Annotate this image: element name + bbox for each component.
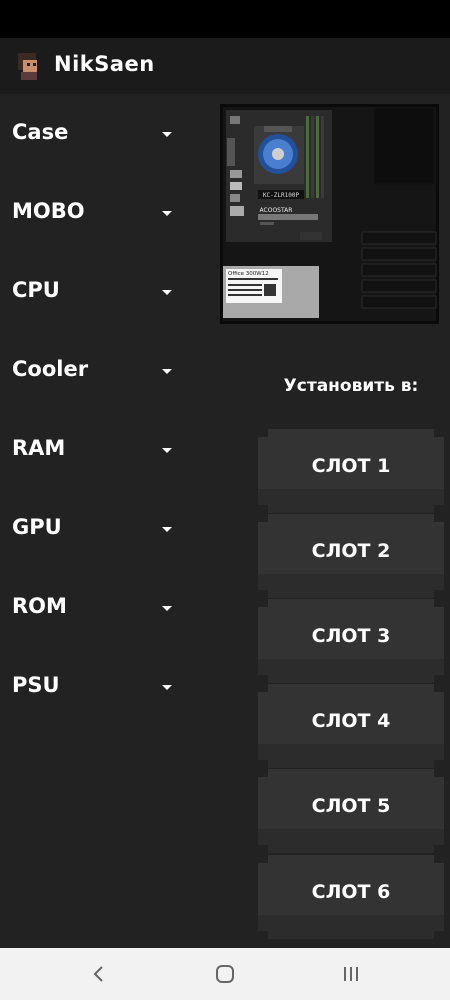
status-bar: [0, 0, 450, 38]
caret-down-icon: [162, 369, 172, 374]
slot-1-button[interactable]: СЛОТ 1: [258, 429, 444, 513]
menu-item-mobo[interactable]: MOBO: [0, 183, 200, 243]
slot-label: СЛОТ 6: [311, 881, 391, 903]
menu-item-label: Case: [12, 120, 69, 144]
slot-label: СЛОТ 4: [311, 710, 391, 732]
slot-2-button[interactable]: СЛОТ 2: [258, 514, 444, 598]
home-icon[interactable]: [210, 960, 240, 988]
username: NikSaen: [54, 52, 155, 76]
menu-item-label: Cooler: [12, 357, 89, 381]
cpu-cooler: [254, 126, 304, 184]
menu-item-cooler[interactable]: Cooler: [0, 341, 200, 401]
menu-item-gpu[interactable]: GPU: [0, 499, 200, 559]
menu-item-ram[interactable]: RAM: [0, 420, 200, 480]
slot-5-button[interactable]: СЛОТ 5: [258, 769, 444, 853]
caret-down-icon: [162, 527, 172, 532]
menu-item-label: GPU: [12, 515, 62, 539]
menu-item-label: CPU: [12, 278, 60, 302]
menu-item-cpu[interactable]: CPU: [0, 262, 200, 322]
caret-down-icon: [162, 685, 172, 690]
motherboard-brand-text: ACOOSTAR: [260, 207, 293, 214]
menu-item-label: ROM: [12, 594, 67, 618]
recents-icon[interactable]: [336, 960, 366, 988]
avatar[interactable]: [12, 50, 44, 82]
expansion-slots: [361, 231, 437, 309]
menu-item-case[interactable]: Case: [0, 104, 200, 164]
slot-label: СЛОТ 3: [311, 625, 391, 647]
caret-down-icon: [162, 448, 172, 453]
menu-item-label: RAM: [12, 436, 66, 460]
system-nav-bar: [0, 948, 450, 1000]
slot-3-button[interactable]: СЛОТ 3: [258, 599, 444, 683]
menu-item-rom[interactable]: ROM: [0, 578, 200, 638]
caret-down-icon: [162, 211, 172, 216]
back-icon[interactable]: [84, 960, 114, 988]
slot-label: СЛОТ 1: [311, 455, 391, 477]
app-header: NikSaen: [0, 38, 450, 94]
pc-case-preview: KC-ZLR100P ACOOSTAR Office 300W12: [220, 104, 439, 324]
menu-item-label: PSU: [12, 673, 60, 697]
slot-label: СЛОТ 5: [311, 795, 391, 817]
slot-6-button[interactable]: СЛОТ 6: [258, 855, 444, 939]
caret-down-icon: [162, 290, 172, 295]
caret-down-icon: [162, 132, 172, 137]
caret-down-icon: [162, 606, 172, 611]
cooler-brand-text: KC-ZLR100P: [263, 192, 300, 199]
drive-bay: [373, 107, 435, 185]
menu-item-label: MOBO: [12, 199, 85, 223]
slot-label: СЛОТ 2: [311, 540, 391, 562]
slot-4-button[interactable]: СЛОТ 4: [258, 684, 444, 768]
psu-label-text: Office 300W12: [228, 271, 269, 277]
install-title: Установить в:: [283, 376, 419, 396]
menu-item-psu[interactable]: PSU: [0, 657, 200, 717]
